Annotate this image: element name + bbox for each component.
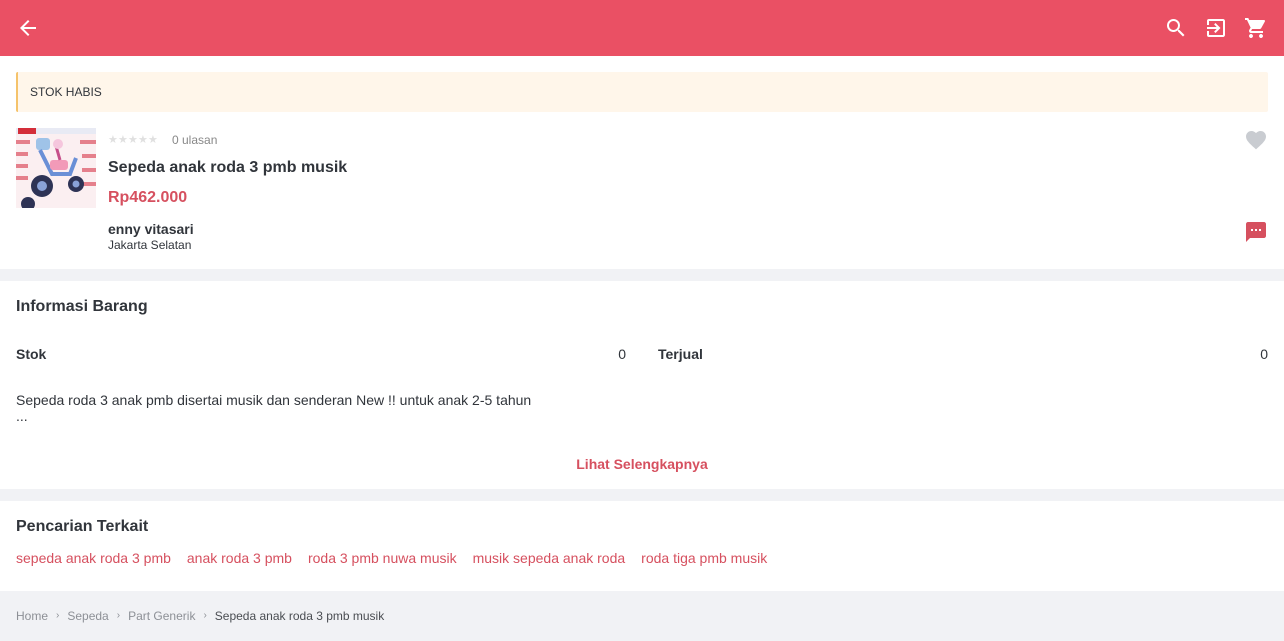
chevron-right-icon: › <box>116 610 121 621</box>
related-tag[interactable]: musik sepeda anak roda <box>473 549 626 567</box>
related-tag[interactable]: sepeda anak roda 3 pmb <box>16 549 171 567</box>
breadcrumb: Home › Sepeda › Part Generik › Sepeda an… <box>16 608 384 624</box>
description-ellipsis: ... <box>16 408 28 424</box>
heart-icon[interactable] <box>1244 128 1268 152</box>
related-search-card: Pencarian Terkait sepeda anak roda 3 pmb… <box>0 501 1284 591</box>
search-icon[interactable] <box>1164 16 1188 40</box>
sold-value: 0 <box>1260 346 1268 362</box>
breadcrumb-home[interactable]: Home <box>16 608 48 624</box>
star-icon: ★ <box>138 134 148 146</box>
star-icon: ★ <box>148 134 158 146</box>
product-description: Sepeda roda 3 anak pmb disertai musik da… <box>16 392 532 408</box>
star-icon: ★ <box>128 134 138 146</box>
stock-label: Stok <box>16 346 47 362</box>
seller-city: Jakarta Selatan <box>108 238 192 252</box>
chevron-right-icon: › <box>56 610 60 621</box>
product-thumbnail[interactable] <box>16 128 96 208</box>
star-icon: ★ <box>108 134 118 146</box>
related-tag[interactable]: roda 3 pmb nuwa musik <box>308 549 457 567</box>
chat-icon[interactable] <box>1244 220 1268 244</box>
product-info-card: Informasi Barang Stok 0 Terjual 0 Sepeda… <box>0 281 1284 489</box>
related-tag[interactable]: anak roda 3 pmb <box>187 549 292 567</box>
section-title-related: Pencarian Terkait <box>16 518 149 535</box>
chevron-right-icon: › <box>203 610 207 621</box>
product-summary-card: STOK HABIS ★ ★ ★ ★ ★ 0 ulasan Sepeda ana… <box>0 56 1284 269</box>
arrow-left-icon[interactable] <box>16 16 40 40</box>
product-price: Rp462.000 <box>108 189 188 206</box>
top-app-bar <box>0 0 1284 56</box>
sold-label: Terjual <box>658 346 703 362</box>
breadcrumb-subcategory[interactable]: Part Generik <box>128 608 195 624</box>
seller-name[interactable]: enny vitasari <box>108 221 194 237</box>
breadcrumb-current: Sepeda anak roda 3 pmb musik <box>214 609 385 623</box>
out-of-stock-banner: STOK HABIS <box>16 72 1268 112</box>
star-icon: ★ <box>118 134 128 146</box>
see-more-link[interactable]: Lihat Selengkapnya <box>0 455 1284 473</box>
related-tags: sepeda anak roda 3 pmb anak roda 3 pmb r… <box>16 549 767 567</box>
review-count-link[interactable]: 0 ulasan <box>172 133 217 147</box>
stock-value: 0 <box>618 346 626 362</box>
product-title: Sepeda anak roda 3 pmb musik <box>108 159 348 176</box>
rating-stars: ★ ★ ★ ★ ★ <box>108 134 158 146</box>
section-title-info: Informasi Barang <box>16 298 148 315</box>
cart-icon[interactable] <box>1244 16 1268 40</box>
related-tag[interactable]: roda tiga pmb musik <box>641 549 767 567</box>
breadcrumb-category[interactable]: Sepeda <box>67 608 108 624</box>
login-icon[interactable] <box>1204 16 1228 40</box>
